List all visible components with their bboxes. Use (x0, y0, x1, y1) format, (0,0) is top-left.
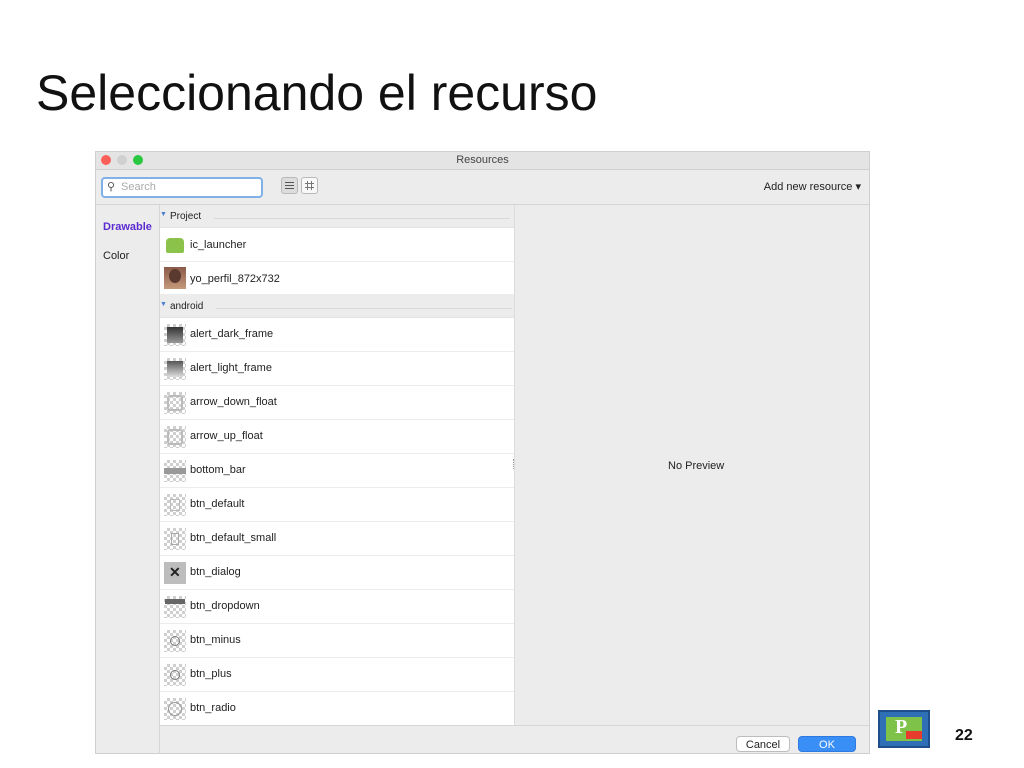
page-number: 22 (955, 727, 973, 744)
dark-frame-icon (164, 324, 186, 346)
light-frame-icon (164, 358, 186, 380)
resources-dialog: Resources ⚲ Add new resource ▾ Drawable … (95, 151, 870, 754)
add-new-resource-dropdown[interactable]: Add new resource ▾ (764, 180, 861, 193)
search-box[interactable]: ⚲ (101, 177, 263, 198)
android-robot-icon (164, 234, 186, 256)
sidebar-item-drawable[interactable]: Drawable (103, 221, 152, 233)
project-items: ic_launcher yo_perfil_872x732 (160, 227, 514, 295)
search-icon: ⚲ (107, 181, 116, 193)
grid-view-button[interactable] (301, 177, 318, 194)
list-item[interactable]: ic_launcher (160, 228, 514, 262)
arrow-up-icon (164, 426, 186, 448)
list-item[interactable]: btn_radio (160, 692, 514, 726)
logo: P (878, 710, 930, 748)
list-item[interactable]: alert_dark_frame (160, 318, 514, 352)
list-item[interactable]: alert_light_frame (160, 352, 514, 386)
list-item[interactable]: ✕ btn_dialog (160, 556, 514, 590)
photo-thumbnail-icon (164, 267, 186, 289)
list-item[interactable]: btn_default_small (160, 522, 514, 556)
arrow-down-icon (164, 392, 186, 414)
toolbar: ⚲ Add new resource ▾ (96, 170, 869, 205)
window-title: Resources (456, 154, 509, 166)
sidebar-item-color[interactable]: Color (103, 250, 129, 262)
ok-button[interactable]: OK (798, 736, 856, 752)
list-item[interactable]: yo_perfil_872x732 (160, 262, 514, 295)
group-header-project[interactable]: ▼ Project (160, 209, 510, 225)
disclosure-triangle-icon: ▼ (160, 211, 167, 218)
list-item[interactable]: arrow_down_float (160, 386, 514, 420)
android-items: alert_dark_frame alert_light_frame arrow… (160, 317, 514, 726)
cancel-button[interactable]: Cancel (736, 736, 790, 752)
button-small-icon (164, 528, 186, 550)
group-label: android (170, 301, 204, 312)
no-preview-text: No Preview (668, 460, 725, 472)
list-item[interactable]: arrow_up_float (160, 420, 514, 454)
list-item[interactable]: btn_plus (160, 658, 514, 692)
bar-icon (164, 460, 186, 482)
title-bar: Resources (96, 152, 869, 170)
slide-title: Seleccionando el recurso (36, 65, 598, 121)
list-view-button[interactable] (281, 177, 298, 194)
logo-letter: P (895, 716, 908, 738)
list-item[interactable]: btn_default (160, 488, 514, 522)
list-view-icon (285, 182, 294, 183)
search-input[interactable] (121, 180, 251, 194)
resource-list: ▼ Project ic_launcher yo_perfil_872x732 … (160, 205, 514, 726)
preview-pane: No Preview (515, 205, 869, 725)
resource-type-sidebar: Drawable Color (96, 205, 160, 754)
minus-icon (164, 630, 186, 652)
group-header-android[interactable]: ▼ android (160, 299, 512, 315)
button-icon (164, 494, 186, 516)
dialog-button-bar: Cancel OK (160, 725, 869, 755)
disclosure-triangle-icon: ▼ (160, 301, 167, 308)
list-item[interactable]: bottom_bar (160, 454, 514, 488)
list-item[interactable]: btn_minus (160, 624, 514, 658)
dropdown-icon (164, 596, 186, 618)
plus-icon (164, 664, 186, 686)
radio-icon (164, 698, 186, 720)
list-item[interactable]: btn_dropdown (160, 590, 514, 624)
group-label: Project (170, 211, 202, 222)
close-icon: ✕ (164, 562, 186, 584)
